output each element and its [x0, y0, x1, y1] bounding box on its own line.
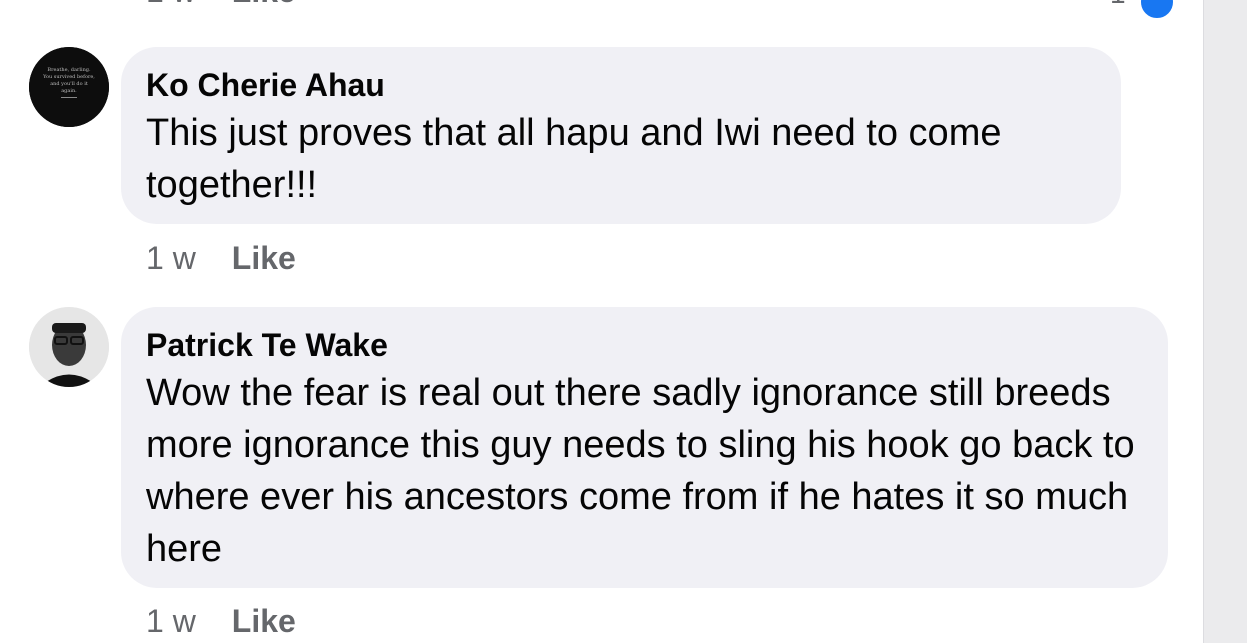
like-button[interactable]: Like — [232, 0, 296, 10]
svg-text:Breathe, darling.: Breathe, darling. — [47, 67, 91, 73]
like-button[interactable]: Like — [232, 240, 296, 277]
avatar[interactable]: Breathe, darling. You survived before, a… — [29, 47, 109, 127]
comment-text: This just proves that all hapu and Iwi n… — [146, 112, 1002, 206]
comment-bubble: Patrick Te Wake Wow the fear is real out… — [121, 307, 1168, 588]
comment-meta: 1 w Like — [146, 240, 296, 276]
like-button[interactable]: Like — [232, 603, 296, 640]
previous-comment-meta: 1 w Like — [146, 0, 296, 9]
comment-author[interactable]: Ko Cherie Ahau — [146, 67, 1095, 103]
comment-timestamp: 1 w — [146, 239, 196, 276]
svg-text:again.: again. — [61, 88, 77, 94]
comment-meta: 1 w Like — [146, 603, 296, 639]
comment-text: Wow the fear is real out there sadly ign… — [146, 372, 1135, 570]
comment-bubble: Ko Cherie Ahau This just proves that all… — [121, 47, 1121, 224]
like-reaction-icon — [1139, 0, 1175, 20]
reaction-count: 1 — [1110, 0, 1126, 10]
svg-text:and you'll do it: and you'll do it — [50, 81, 88, 87]
svg-text:You survived before,: You survived before, — [42, 74, 95, 80]
scrollbar[interactable] — [1203, 0, 1247, 643]
comment-timestamp: 1 w — [146, 0, 196, 10]
comment-author[interactable]: Patrick Te Wake — [146, 327, 1142, 363]
comment-timestamp: 1 w — [146, 602, 196, 639]
avatar[interactable] — [29, 307, 109, 387]
